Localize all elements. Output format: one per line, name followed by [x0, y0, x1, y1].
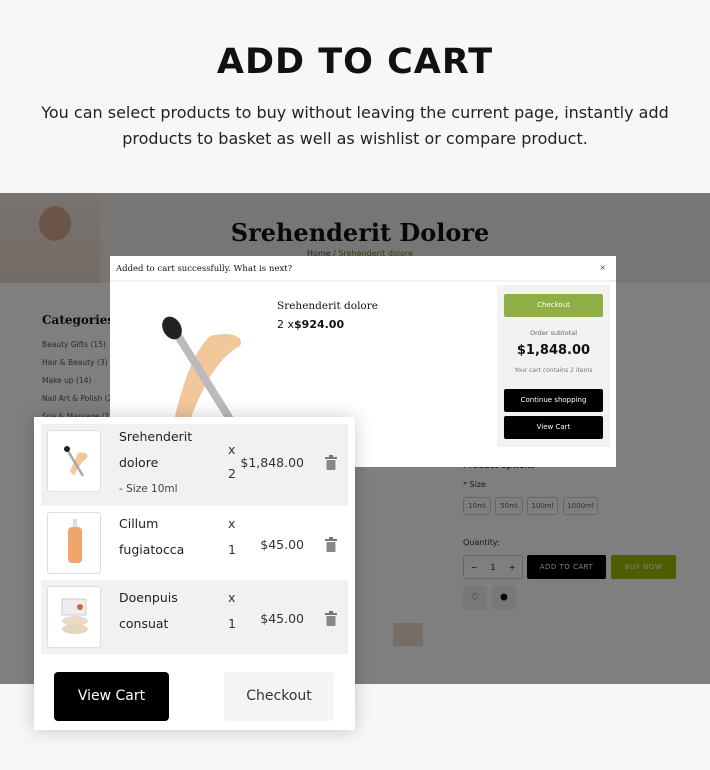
item-price: $1,848.00 [240, 455, 304, 470]
modal-summary-panel: Checkout Order subtotal $1,848.00 Your c… [497, 285, 610, 447]
cart-item: Doenpuis consuat x 1 $45.00 [41, 580, 348, 654]
hero-title: ADD TO CART [216, 42, 494, 82]
modal-product-name[interactable]: Srehenderit dolore [277, 300, 378, 312]
item-price: $45.00 [260, 611, 304, 626]
continue-shopping-button[interactable]: Continue shopping [504, 389, 603, 412]
hero-subtitle: You can select products to buy without l… [41, 103, 669, 148]
item-name[interactable]: Srehenderit [119, 424, 192, 450]
close-icon[interactable]: × [599, 263, 606, 272]
item-option: - Size 10ml [119, 483, 178, 495]
item-thumbnail[interactable] [47, 586, 101, 648]
item-qty-x: x [228, 516, 236, 531]
modal-qty: 2 x [277, 318, 295, 331]
modal-header: Added to cart successfully. What is next… [110, 256, 616, 282]
modal-view-cart-button[interactable]: View Cart [504, 416, 603, 439]
subtotal-value: $1,848.00 [516, 343, 591, 358]
cart-count-text: Your cart contains 2 items [514, 367, 593, 374]
modal-checkout-button[interactable]: Checkout [504, 294, 603, 317]
item-name[interactable]: fugiatocca [119, 537, 184, 563]
modal-unit-price: $924.00 [294, 318, 345, 331]
checkout-button[interactable]: Checkout [224, 672, 334, 721]
view-cart-button[interactable]: View Cart [54, 672, 169, 721]
item-name[interactable]: dolore [119, 450, 158, 476]
trash-icon[interactable] [324, 611, 338, 627]
cart-item: Srehenderit dolore - Size 10ml x 2 $1,84… [41, 424, 348, 506]
modal-product-price: 2 x$924.00 [277, 318, 344, 331]
item-thumbnail[interactable] [47, 430, 101, 492]
trash-icon[interactable] [324, 455, 338, 471]
cart-item: Cillum fugiatocca x 1 $45.00 [41, 506, 348, 580]
item-name[interactable]: Doenpuis [119, 585, 178, 611]
item-thumbnail[interactable] [47, 512, 101, 574]
item-name[interactable]: Cillum [119, 511, 158, 537]
subtotal-label: Order subtotal [529, 329, 578, 337]
trash-icon[interactable] [324, 537, 338, 553]
item-qty-x: x [228, 590, 236, 605]
item-name[interactable]: consuat [119, 611, 168, 637]
mini-cart: Srehenderit dolore - Size 10ml x 2 $1,84… [34, 417, 355, 730]
item-price: $45.00 [260, 537, 304, 552]
